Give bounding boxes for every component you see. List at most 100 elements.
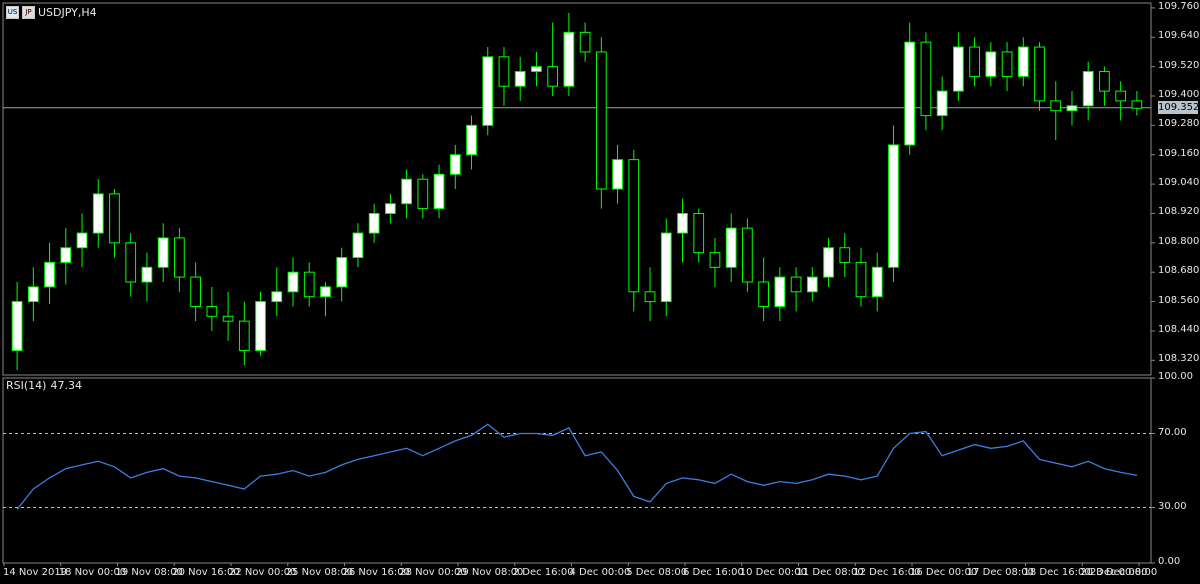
candle-body (1131, 100, 1143, 109)
candle-body (498, 56, 510, 87)
rsi-name: RSI(14) (6, 379, 47, 392)
rsi-tick-label: 100.00 (1158, 371, 1193, 382)
candle-body (60, 247, 72, 263)
price-tick-label: 109.400 (1158, 89, 1200, 100)
price-tick-label: 108.680 (1158, 265, 1200, 277)
candle-body (174, 237, 185, 278)
candle-body (320, 286, 331, 298)
rsi-tick-label: 70.00 (1158, 426, 1187, 438)
rsi-panel-border (2, 377, 1152, 564)
candle-body (774, 276, 786, 307)
candle-body (449, 154, 461, 175)
price-tick-label: 109.760 (1158, 0, 1200, 12)
candle-body (433, 173, 445, 210)
candle-body (352, 232, 364, 259)
price-tick-label: 108.560 (1158, 294, 1200, 306)
candle-body (514, 71, 526, 87)
candle-body (985, 51, 997, 77)
price-tick-label: 109.040 (1158, 177, 1200, 189)
flag-us-icon: US (6, 5, 19, 19)
price-tick-label: 109.280 (1158, 118, 1200, 130)
chart-canvas (2, 2, 1155, 566)
candle-body (579, 31, 591, 53)
flag-jp-icon: JP (22, 5, 35, 19)
candle-body (920, 41, 932, 117)
candle-body (953, 46, 964, 92)
candle-body (888, 144, 899, 268)
candle-body (401, 178, 412, 205)
candle-body (287, 271, 299, 293)
price-tick-label: 108.920 (1158, 206, 1200, 218)
candle-body (482, 56, 494, 126)
candle-body (1082, 71, 1094, 107)
candle-body (44, 261, 55, 288)
candle-body (790, 276, 802, 293)
time-tick-label: 14 Nov 2019 (3, 567, 68, 578)
candle-body (109, 193, 120, 244)
candle-body (855, 261, 867, 298)
time-tick-label: 2 Dec 16:00 (512, 567, 574, 578)
candle-body (1017, 46, 1029, 77)
candle-body (92, 193, 104, 234)
price-tick-label: 109.160 (1158, 147, 1200, 159)
rsi-tick-label: 30.00 (1158, 500, 1187, 512)
candle-body (1115, 90, 1127, 102)
candle-body (806, 276, 818, 293)
candle-body (141, 266, 153, 283)
candle-body (1099, 71, 1110, 92)
candle-body (660, 232, 672, 303)
candle-body (644, 291, 656, 303)
rsi-label: RSI(14) 47.34 (6, 379, 82, 392)
candle-body (1066, 105, 1078, 112)
candle-body (563, 31, 575, 87)
candle-body (969, 46, 980, 77)
candle-body (531, 66, 542, 73)
candle-body (742, 227, 753, 283)
price-tick-label: 108.800 (1158, 235, 1200, 247)
candle-body (758, 281, 769, 307)
time-tick-label: 4 Dec 00:00 (569, 567, 631, 578)
candle-body (904, 41, 916, 146)
candle-body (206, 305, 218, 317)
candle-body (76, 232, 88, 249)
candle-body (839, 247, 851, 263)
time-tick-label: 5 Dec 08:00 (626, 567, 688, 578)
candle-body (936, 90, 948, 117)
candle-body (823, 247, 834, 278)
candle-body (871, 266, 883, 298)
candle-body (190, 276, 201, 307)
candle-body (368, 212, 380, 234)
candle-body (612, 159, 623, 190)
candle-body (255, 301, 266, 352)
candle-body (222, 315, 234, 322)
candle-body (417, 178, 429, 210)
candle-body (725, 227, 737, 268)
current-price-tag: 109.352 (1158, 100, 1200, 114)
candle-body (303, 271, 315, 298)
candle-body (125, 242, 137, 283)
time-tick-label: 23 Dec 08:00 (1090, 567, 1158, 578)
candle-body (157, 237, 169, 268)
time-tick-label: 6 Dec 16:00 (683, 567, 744, 578)
candle-body (385, 203, 396, 214)
candle-body (1050, 100, 1062, 112)
candle-body (1001, 51, 1013, 77)
candle-body (11, 301, 23, 352)
candle-body (595, 51, 607, 190)
candle-body (27, 286, 39, 303)
candle-body (466, 124, 477, 156)
rsi-tick-label: 0.00 (1158, 556, 1181, 567)
candle-body (1034, 46, 1045, 102)
price-tick-label: 109.520 (1158, 59, 1200, 71)
rsi-line (16, 423, 1138, 510)
candle-body (336, 257, 348, 288)
candle-body (238, 320, 250, 352)
candle-body (709, 252, 721, 268)
price-tick-label: 108.440 (1158, 323, 1200, 335)
candle-body (628, 159, 640, 293)
rsi-value: 47.34 (50, 379, 82, 392)
candle-body (271, 291, 283, 303)
candle-body (547, 66, 559, 87)
price-tick-label: 109.640 (1158, 30, 1200, 42)
candle-body (677, 212, 688, 234)
